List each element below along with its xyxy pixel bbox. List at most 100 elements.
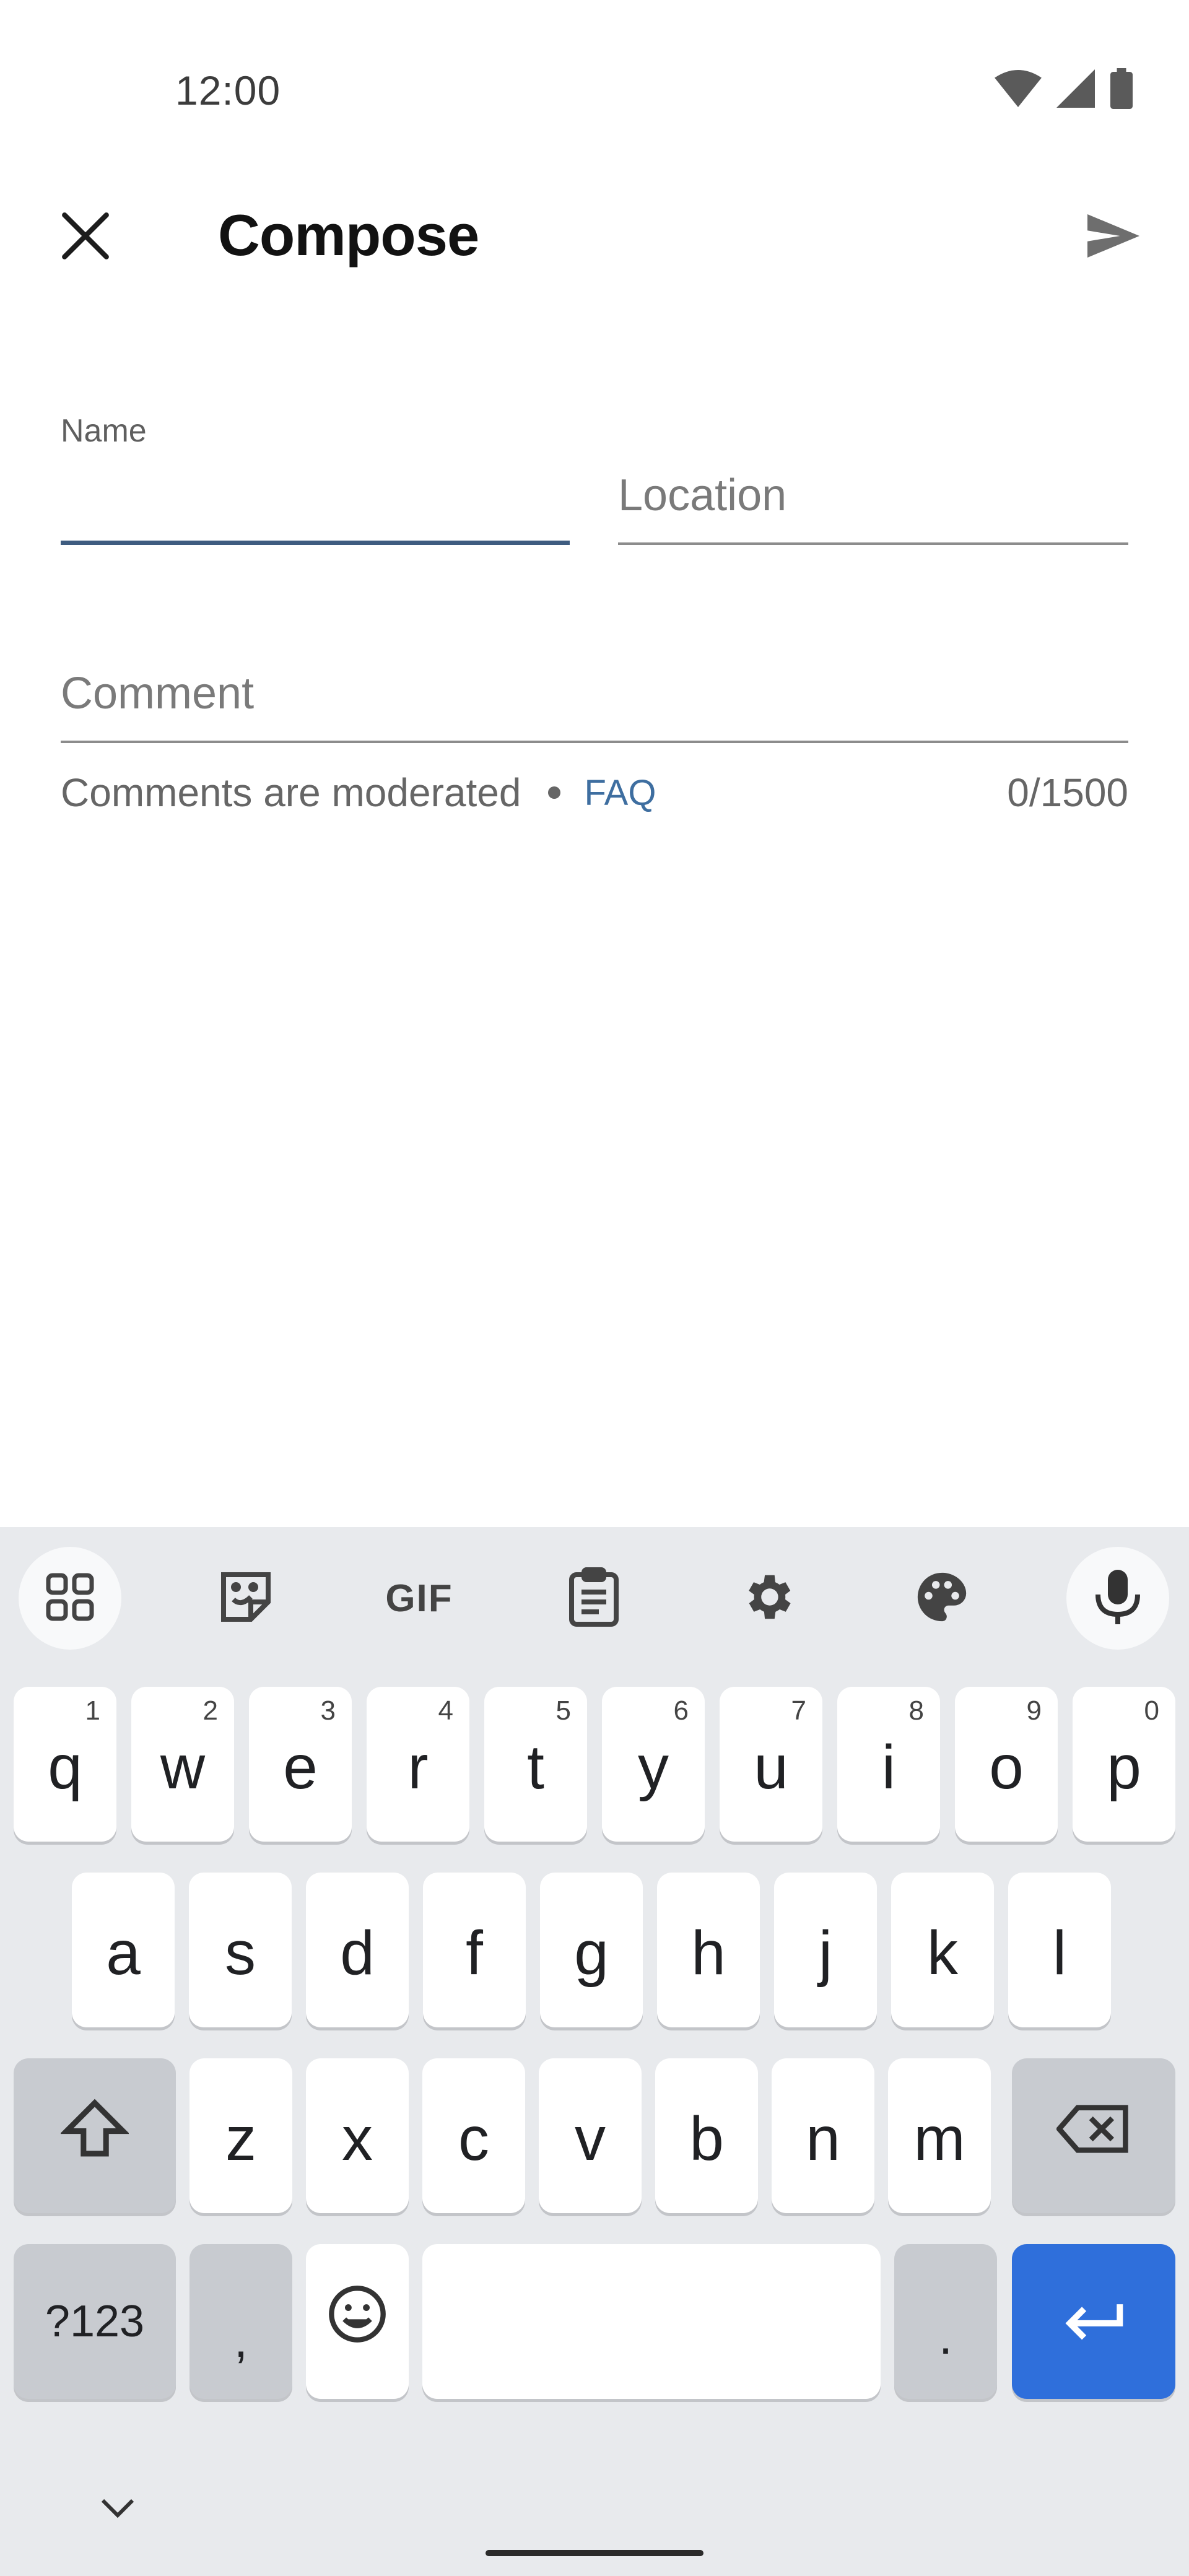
key-label: v [575, 2104, 606, 2174]
key-q[interactable]: 1q [14, 1687, 116, 1842]
key-label: s [225, 1918, 256, 1988]
character-counter: 0/1500 [1007, 770, 1128, 815]
name-input[interactable] [61, 471, 570, 533]
key-label: n [806, 2104, 840, 2174]
settings-button[interactable] [716, 1547, 819, 1650]
apps-grid-button[interactable] [19, 1547, 121, 1650]
faq-link[interactable]: FAQ [584, 772, 656, 814]
key-h[interactable]: h [657, 1873, 760, 2027]
key-hint: 9 [1026, 1695, 1042, 1726]
name-label: Name [61, 413, 147, 449]
key-n[interactable]: n [772, 2058, 874, 2213]
key-f[interactable]: f [423, 1873, 526, 2027]
key-label: g [574, 1918, 609, 1988]
key-hint: 4 [438, 1695, 453, 1726]
key-label: l [1052, 1918, 1067, 1988]
key-v[interactable]: v [539, 2058, 642, 2213]
key-j[interactable]: j [774, 1873, 877, 2027]
chevron-down-icon [99, 2497, 136, 2522]
status-icons [995, 68, 1133, 112]
backspace-icon [1055, 2100, 1131, 2172]
key-hint: 3 [320, 1695, 336, 1726]
shift-key[interactable] [14, 2058, 176, 2213]
battery-icon [1110, 68, 1133, 112]
key-label: q [48, 1732, 82, 1802]
enter-key[interactable] [1012, 2244, 1175, 2399]
enter-arrow-icon [1063, 2286, 1125, 2357]
key-label: b [689, 2104, 724, 2174]
key-m[interactable]: m [888, 2058, 991, 2213]
keyboard-toolbar: GIF [0, 1527, 1189, 1669]
palette-icon [913, 1568, 971, 1629]
key-o[interactable]: 9o [955, 1687, 1058, 1842]
name-field[interactable]: Name [61, 409, 570, 545]
key-label: y [638, 1732, 669, 1802]
key-e[interactable]: 3e [249, 1687, 352, 1842]
sticker-icon [216, 1567, 276, 1630]
gif-icon: GIF [385, 1577, 453, 1620]
key-u[interactable]: 7u [720, 1687, 822, 1842]
key-b[interactable]: b [655, 2058, 758, 2213]
sticker-button[interactable] [194, 1547, 297, 1650]
key-p[interactable]: 0p [1073, 1687, 1175, 1842]
comma-label: , [233, 2312, 248, 2367]
location-field[interactable] [618, 458, 1128, 545]
clipboard-icon [566, 1567, 622, 1630]
location-input[interactable] [618, 464, 1128, 526]
send-button[interactable] [1071, 196, 1155, 279]
key-c[interactable]: c [422, 2058, 525, 2213]
moderation-notice: Comments are moderated [61, 770, 521, 815]
home-indicator[interactable] [486, 2550, 703, 2556]
key-label: p [1107, 1732, 1141, 1802]
close-button[interactable] [43, 196, 127, 279]
symbols-key[interactable]: ?123 [14, 2244, 176, 2399]
key-w[interactable]: 2w [131, 1687, 234, 1842]
collapse-keyboard-button[interactable] [87, 2478, 149, 2540]
comma-key[interactable]: , [189, 2244, 292, 2399]
page-title: Compose [218, 202, 479, 268]
key-label: z [225, 2104, 256, 2174]
key-g[interactable]: g [540, 1873, 643, 2027]
name-underline [61, 541, 570, 545]
key-hint: 5 [555, 1695, 571, 1726]
microphone-icon [1093, 1567, 1143, 1630]
key-t[interactable]: 5t [484, 1687, 587, 1842]
key-label: f [466, 1918, 483, 1988]
clipboard-button[interactable] [542, 1547, 645, 1650]
key-label: c [458, 2104, 489, 2174]
key-d[interactable]: d [306, 1873, 409, 2027]
key-hint: 2 [203, 1695, 218, 1726]
key-s[interactable]: s [189, 1873, 292, 2027]
key-r[interactable]: 4r [367, 1687, 469, 1842]
key-label: k [927, 1918, 958, 1988]
key-k[interactable]: k [891, 1873, 994, 2027]
key-label: u [754, 1732, 788, 1802]
key-i[interactable]: 8i [837, 1687, 940, 1842]
key-z[interactable]: z [189, 2058, 292, 2213]
key-label: w [160, 1732, 206, 1802]
key-hint: 6 [673, 1695, 689, 1726]
backspace-key[interactable] [1012, 2058, 1175, 2213]
theme-button[interactable] [891, 1547, 993, 1650]
gif-button[interactable]: GIF [368, 1547, 471, 1650]
key-x[interactable]: x [306, 2058, 409, 2213]
comment-input[interactable] [61, 663, 1128, 724]
key-hint: 7 [791, 1695, 806, 1726]
period-key[interactable]: . [894, 2244, 997, 2399]
key-label: o [989, 1732, 1024, 1802]
comment-helper-row: Comments are moderated FAQ 0/1500 [61, 768, 1128, 817]
status-bar: 12:00 [0, 0, 1189, 142]
key-y[interactable]: 6y [602, 1687, 705, 1842]
space-key[interactable] [422, 2244, 881, 2399]
key-label: r [407, 1732, 429, 1802]
voice-input-button[interactable] [1066, 1547, 1169, 1650]
key-a[interactable]: a [72, 1873, 175, 2027]
key-l[interactable]: l [1008, 1873, 1111, 2027]
emoji-key[interactable] [306, 2244, 409, 2399]
location-underline [618, 542, 1128, 545]
key-label: x [342, 2104, 373, 2174]
period-label: . [938, 2309, 953, 2364]
key-label: t [527, 1732, 544, 1802]
comment-field[interactable] [61, 656, 1128, 743]
key-label: a [106, 1918, 141, 1988]
